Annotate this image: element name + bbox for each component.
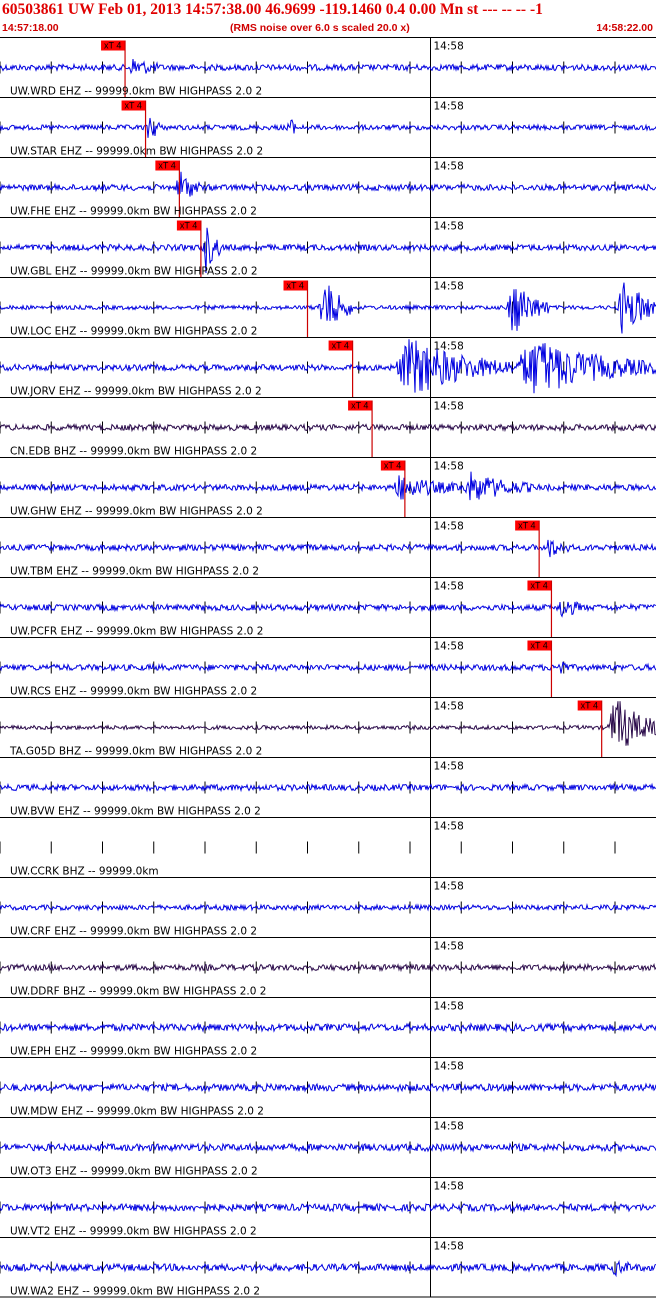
channel-label: CN.EDB BHZ -- 99999.0km BW HIGHPASS 2.0 … bbox=[10, 446, 257, 458]
channel-row: 14:58 UW.VT2 EHZ -- 99999.0km BW HIGHPASS… bbox=[0, 1177, 656, 1238]
minute-label: 14:58 bbox=[434, 761, 464, 773]
channel-row: 14:58 UW.CCRK BHZ -- 99999.0km bbox=[0, 817, 656, 878]
pick-label: xT 4 bbox=[332, 341, 349, 351]
waveform-trace bbox=[0, 601, 656, 618]
channel-row: 14:58 UW.WA2 EHZ -- 99999.0km BW HIGHPASS… bbox=[0, 1237, 656, 1298]
channel-row: 14:58 xT 4 UW.PCFR EHZ -- 99999.0km BW HIG… bbox=[0, 577, 656, 638]
minute-label: 14:58 bbox=[434, 701, 464, 713]
channel-label: UW.GBL EHZ -- 99999.0km BW HIGHPASS 2.0 … bbox=[10, 266, 258, 278]
channel-row: 14:58 xT 4 UW.GBL EHZ -- 99999.0km BW HIGH… bbox=[0, 217, 656, 278]
waveform-trace bbox=[0, 661, 656, 674]
channel-row: 14:58 UW.EPH EHZ -- 99999.0km BW HIGHPASS… bbox=[0, 997, 656, 1058]
pick-label: xT 4 bbox=[384, 461, 401, 471]
waveform-trace bbox=[0, 171, 656, 197]
waveform-trace bbox=[0, 1022, 656, 1033]
pick-label: xT 4 bbox=[158, 161, 175, 171]
minute-label: 14:58 bbox=[434, 641, 464, 653]
waveform-trace bbox=[0, 962, 656, 973]
channel-label: UW.OT3 EHZ -- 99999.0km BW HIGHPASS 2.0 … bbox=[10, 1166, 258, 1178]
channel-row: 14:58 xT 4 UW.RCS EHZ -- 99999.0km BW HIGH… bbox=[0, 637, 656, 698]
waveform-trace bbox=[0, 59, 656, 75]
channel-label: UW.CCRK BHZ -- 99999.0km bbox=[10, 866, 159, 878]
waveform-trace bbox=[0, 1202, 656, 1213]
channel-row: 14:58 xT 4 UW.LOC EHZ -- 99999.0km BW HIGH… bbox=[0, 277, 656, 338]
minute-label: 14:58 bbox=[434, 1241, 464, 1253]
waveform-trace bbox=[0, 903, 656, 912]
minute-label: 14:58 bbox=[434, 341, 464, 353]
channel-label: UW.STAR EHZ -- 99999.0km BW HIGHPASS 2.0… bbox=[10, 146, 263, 158]
channel-row: 14:58 UW.OT3 EHZ -- 99999.0km BW HIGHPASS… bbox=[0, 1117, 656, 1178]
channel-row: 14:58 UW.DDRF BHZ -- 99999.0km BW HIGHPAS… bbox=[0, 937, 656, 998]
pick-label: xT 4 bbox=[518, 521, 535, 531]
waveform-trace bbox=[0, 539, 656, 558]
waveform-trace bbox=[0, 422, 656, 433]
pick-label: xT 4 bbox=[104, 41, 121, 51]
pick-label: xT 4 bbox=[125, 101, 142, 111]
minute-label: 14:58 bbox=[434, 1001, 464, 1013]
channel-label: UW.CRF EHZ -- 99999.0km BW HIGHPASS 2.0 … bbox=[10, 926, 257, 938]
minute-label: 14:58 bbox=[434, 881, 464, 893]
channel-row: 14:58 xT 4 UW.JORV EHZ -- 99999.0km BW HIG… bbox=[0, 337, 656, 398]
waveform-trace bbox=[0, 117, 656, 138]
channel-label: UW.PCFR EHZ -- 99999.0km BW HIGHPASS 2.0… bbox=[10, 626, 263, 638]
minute-label: 14:58 bbox=[434, 161, 464, 173]
minute-label: 14:58 bbox=[434, 41, 464, 53]
channel-label: TA.G05D BHZ -- 99999.0km BW HIGHPASS 2.0… bbox=[9, 746, 262, 758]
channel-row: 14:58 UW.MDW EHZ -- 99999.0km BW HIGHPASS… bbox=[0, 1057, 656, 1118]
channel-label: UW.VT2 EHZ -- 99999.0km BW HIGHPASS 2.0 … bbox=[10, 1226, 257, 1238]
minute-label: 14:58 bbox=[434, 461, 464, 473]
channel-label: UW.MDW EHZ -- 99999.0km BW HIGHPASS 2.0 … bbox=[10, 1106, 264, 1118]
waveform-trace bbox=[0, 471, 656, 501]
channel-row: 14:58 UW.BVW EHZ -- 99999.0km BW HIGHPASS… bbox=[0, 757, 656, 818]
channel-row: 14:58 xT 4 UW.TBM EHZ -- 99999.0km BW HIGH… bbox=[0, 517, 656, 578]
pick-label: xT 4 bbox=[581, 701, 598, 711]
channel-row: 14:58 UW.CRF EHZ -- 99999.0km BW HIGHPASS… bbox=[0, 877, 656, 938]
pick-label: xT 4 bbox=[180, 221, 197, 231]
channel-row: 14:58 xT 4 UW.WRD EHZ -- 99999.0km BW HIGH… bbox=[0, 37, 656, 98]
minute-label: 14:58 bbox=[434, 1061, 464, 1073]
minute-label: 14:58 bbox=[434, 1121, 464, 1133]
pick-label: xT 4 bbox=[287, 281, 304, 291]
minute-label: 14:58 bbox=[434, 521, 464, 533]
minute-label: 14:58 bbox=[434, 101, 464, 113]
channel-label: UW.WRD EHZ -- 99999.0km BW HIGHPASS 2.0 … bbox=[10, 86, 262, 98]
channel-row: 14:58 xT 4 UW.FHE EHZ -- 99999.0km BW HIGH… bbox=[0, 157, 656, 218]
channel-label: UW.EPH EHZ -- 99999.0km BW HIGHPASS 2.0 … bbox=[10, 1046, 257, 1058]
channel-row: 14:58 xT 4 CN.EDB BHZ -- 99999.0km BW HIGH… bbox=[0, 397, 656, 458]
channel-label: UW.GHW EHZ -- 99999.0km BW HIGHPASS 2.0 … bbox=[10, 506, 263, 518]
channel-label: UW.FHE EHZ -- 99999.0km BW HIGHPASS 2.0 … bbox=[10, 206, 257, 218]
channel-label: UW.LOC EHZ -- 99999.0km BW HIGHPASS 2.0 … bbox=[10, 326, 257, 338]
minute-label: 14:58 bbox=[434, 1181, 464, 1193]
pick-label: xT 4 bbox=[351, 401, 368, 411]
waveform-trace bbox=[0, 1142, 656, 1153]
minute-label: 14:58 bbox=[434, 281, 464, 293]
minute-label: 14:58 bbox=[434, 941, 464, 953]
channel-label: UW.BVW EHZ -- 99999.0km BW HIGHPASS 2.0 … bbox=[10, 806, 261, 818]
seismogram-plot: 14:58 xT 4 UW.WRD EHZ -- 99999.0km BW HIGH… bbox=[0, 37, 656, 1298]
waveform-trace bbox=[0, 782, 656, 793]
channel-label: UW.RCS EHZ -- 99999.0km BW HIGHPASS 2.0 … bbox=[10, 686, 257, 698]
minute-label: 14:58 bbox=[434, 221, 464, 233]
waveform-trace bbox=[0, 1259, 656, 1278]
minute-label: 14:58 bbox=[434, 401, 464, 413]
channel-label: UW.JORV EHZ -- 99999.0km BW HIGHPASS 2.0… bbox=[10, 386, 262, 398]
channel-label: UW.DDRF BHZ -- 99999.0km BW HIGHPASS 2.0… bbox=[10, 986, 266, 998]
channel-row: 14:58 xT 4 TA.G05D BHZ -- 99999.0km BW HIG… bbox=[0, 697, 656, 758]
channel-row: 14:58 xT 4 UW.GHW EHZ -- 99999.0km BW HIGH… bbox=[0, 457, 656, 518]
pick-label: xT 4 bbox=[530, 641, 547, 651]
minute-label: 14:58 bbox=[434, 821, 464, 833]
channel-label: UW.TBM EHZ -- 99999.0km BW HIGHPASS 2.0 … bbox=[10, 566, 259, 578]
channel-row: 14:58 xT 4 UW.STAR EHZ -- 99999.0km BW HIG… bbox=[0, 97, 656, 158]
waveform-trace bbox=[0, 701, 656, 746]
channel-label: UW.WA2 EHZ -- 99999.0km BW HIGHPASS 2.0 … bbox=[10, 1286, 260, 1298]
minute-label: 14:58 bbox=[434, 581, 464, 593]
pick-label: xT 4 bbox=[530, 581, 547, 591]
waveform-trace bbox=[0, 1082, 656, 1093]
